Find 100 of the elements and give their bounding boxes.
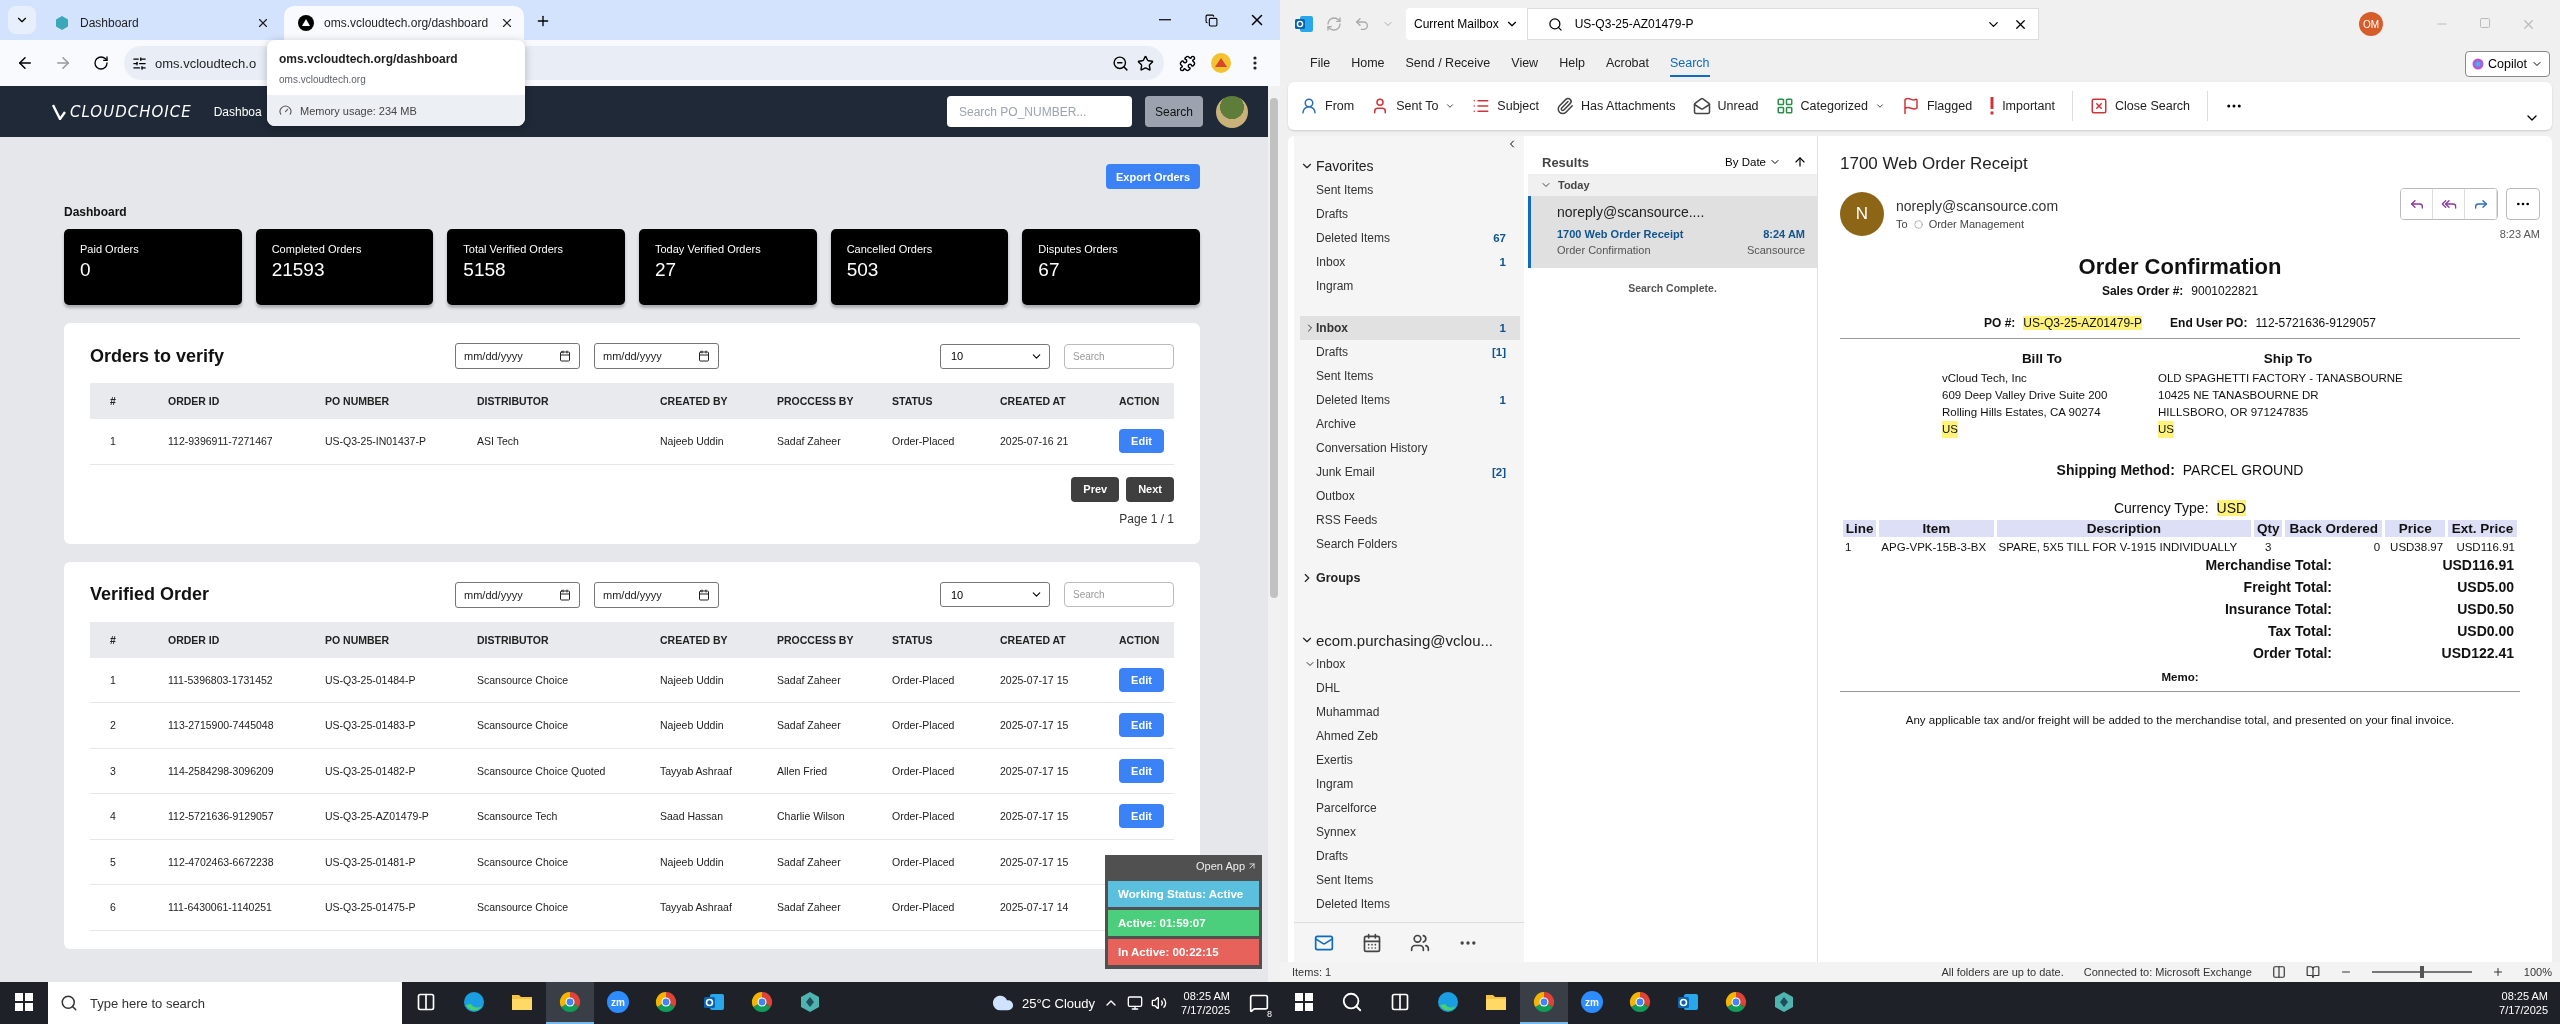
sender-address[interactable]: noreply@scansource.com bbox=[1896, 198, 2388, 214]
export-orders-button[interactable]: Export Orders bbox=[1106, 164, 1200, 189]
ribbon-button[interactable]: Subject bbox=[1472, 97, 1540, 115]
folder-item[interactable]: Inbox 1 bbox=[1300, 316, 1520, 340]
menu-tab[interactable]: Home bbox=[1351, 51, 1385, 77]
search-field[interactable]: Search bbox=[1064, 582, 1174, 607]
scrollbar[interactable] bbox=[1268, 86, 1280, 982]
date-field[interactable]: mm/dd/yyyy bbox=[594, 343, 719, 369]
folder-item[interactable]: Deleted Items bbox=[1300, 892, 1520, 916]
open-app-button[interactable]: Open App bbox=[1194, 857, 1259, 878]
reading-view-icon[interactable] bbox=[2305, 965, 2320, 979]
reply-button[interactable] bbox=[2401, 189, 2433, 219]
search-field[interactable]: US-Q3-25-AZ01479-P bbox=[1526, 8, 2039, 40]
zoom-in-icon[interactable] bbox=[2491, 966, 2504, 978]
taskbar-app-button[interactable] bbox=[1520, 982, 1568, 1024]
edit-button[interactable]: Edit bbox=[1119, 429, 1164, 454]
zoom-slider-thumb[interactable] bbox=[2419, 966, 2424, 978]
menu-tab[interactable]: View bbox=[1511, 51, 1539, 77]
profile-avatar[interactable] bbox=[1210, 52, 1232, 74]
ribbon-button[interactable]: Categorized bbox=[1775, 97, 1885, 115]
date-field[interactable]: mm/dd/yyyy bbox=[455, 581, 580, 608]
people-icon[interactable] bbox=[1410, 932, 1430, 953]
folder-item[interactable]: Drafts [1] bbox=[1300, 340, 1520, 364]
browser-tab[interactable]: Dashboard bbox=[40, 6, 280, 40]
folder-item[interactable]: Inbox bbox=[1300, 652, 1520, 676]
search-button[interactable]: Search bbox=[1144, 96, 1203, 127]
folder-item[interactable]: Drafts bbox=[1300, 844, 1520, 868]
section-title[interactable]: Groups bbox=[1316, 571, 1361, 585]
site-info-icon[interactable] bbox=[132, 55, 147, 71]
taskbar-search-field[interactable]: Type here to search bbox=[48, 982, 402, 1024]
folder-item[interactable]: Search Folders bbox=[1300, 532, 1520, 556]
folder-item[interactable]: Sent Items bbox=[1300, 868, 1520, 892]
folder-item[interactable]: RSS Feeds bbox=[1300, 508, 1520, 532]
folder-item[interactable]: Archive bbox=[1300, 412, 1520, 436]
folder-item[interactable]: Sent Items bbox=[1300, 364, 1520, 388]
calendar-icon[interactable] bbox=[1362, 932, 1382, 953]
edit-button[interactable]: Edit bbox=[1119, 804, 1164, 829]
folder-item[interactable]: Inbox 1 bbox=[1300, 250, 1520, 274]
folder-item[interactable]: Drafts bbox=[1300, 202, 1520, 226]
search-field[interactable]: Search PO_NUMBER... bbox=[946, 96, 1132, 127]
browser-tab[interactable]: oms.vcloudtech.org/dashboard bbox=[284, 6, 524, 40]
next-button[interactable]: Next bbox=[1126, 476, 1174, 502]
user-avatar[interactable] bbox=[1216, 95, 1248, 128]
folder-item[interactable]: Ingram bbox=[1300, 772, 1520, 796]
folder-item[interactable]: Ingram bbox=[1300, 274, 1520, 298]
ribbon-button[interactable]: From bbox=[1300, 97, 1355, 115]
group-header[interactable]: Today bbox=[1528, 174, 1817, 196]
folder-item[interactable]: Muhammad bbox=[1300, 700, 1520, 724]
menu-tab[interactable]: Help bbox=[1559, 51, 1585, 77]
folder-item[interactable]: Parcelforce bbox=[1300, 796, 1520, 820]
logo[interactable]: CLOUDCHOICE bbox=[52, 102, 192, 121]
network-icon[interactable] bbox=[1127, 995, 1144, 1011]
bookmark-star-icon[interactable] bbox=[1137, 54, 1154, 72]
prev-button[interactable]: Prev bbox=[1071, 476, 1120, 502]
section-title[interactable]: Favorites bbox=[1316, 158, 1374, 174]
ribbon-button[interactable]: Important bbox=[1989, 97, 2055, 115]
date-field[interactable]: mm/dd/yyyy bbox=[455, 343, 580, 369]
volume-icon[interactable] bbox=[1151, 995, 1168, 1011]
taskbar-clock[interactable]: 08:25 AM 7/17/2025 bbox=[1175, 990, 1236, 1016]
normal-view-icon[interactable] bbox=[2271, 965, 2286, 979]
notification-icon[interactable] bbox=[1249, 993, 1269, 1013]
sort-direction-icon[interactable] bbox=[1793, 155, 1807, 169]
menu-tab[interactable]: Search bbox=[1669, 51, 1710, 77]
ribbon-button[interactable]: Flagged bbox=[1901, 97, 1973, 115]
close-icon[interactable] bbox=[500, 16, 514, 30]
scope-dropdown[interactable]: Current Mailbox bbox=[1406, 8, 1527, 40]
nav-link[interactable]: Dashboa bbox=[213, 104, 262, 119]
page-size-select[interactable]: 10 bbox=[940, 343, 1050, 369]
folder-item[interactable]: Junk Email [2] bbox=[1300, 460, 1520, 484]
edit-button[interactable]: Edit bbox=[1119, 667, 1164, 692]
recipient[interactable]: Order Management bbox=[1928, 218, 2024, 230]
folder-item[interactable]: Conversation History bbox=[1300, 436, 1520, 460]
zoom-out-icon[interactable] bbox=[1112, 54, 1129, 72]
ribbon-button[interactable]: Close Search bbox=[2089, 97, 2190, 115]
edit-button[interactable]: Edit bbox=[1119, 713, 1164, 738]
sort-button[interactable]: By Date bbox=[1725, 156, 1781, 168]
account-title[interactable]: ecom.purchasing@vclou... bbox=[1316, 631, 1493, 649]
menu-tab[interactable]: Acrobat bbox=[1605, 51, 1649, 77]
folder-item[interactable]: Ahmed Zeb bbox=[1300, 724, 1520, 748]
folder-item[interactable]: Outbox bbox=[1300, 484, 1520, 508]
folder-item[interactable]: Sent Items bbox=[1300, 178, 1520, 202]
page-size-select[interactable]: 10 bbox=[940, 582, 1050, 607]
date-field[interactable]: mm/dd/yyyy bbox=[594, 581, 719, 608]
folder-item[interactable]: Deleted Items 67 bbox=[1300, 226, 1520, 250]
taskbar-app-button[interactable] bbox=[546, 982, 594, 1024]
user-avatar[interactable]: OM bbox=[2359, 12, 2383, 36]
ribbon-button[interactable]: Sent To bbox=[1371, 97, 1456, 115]
message-item[interactable]: noreply@scansource.... 1700 Web Order Receipt 8:24 AM Order Confirmation Scansource bbox=[1528, 196, 1817, 268]
copilot-button[interactable]: Copilot bbox=[2465, 51, 2550, 77]
folder-item[interactable]: Exertis bbox=[1300, 748, 1520, 772]
menu-tab[interactable]: Send / Receive bbox=[1405, 51, 1491, 77]
folder-item[interactable]: Deleted Items 1 bbox=[1300, 388, 1520, 412]
close-icon[interactable] bbox=[256, 16, 270, 30]
folder-item[interactable]: DHL bbox=[1300, 676, 1520, 700]
weather-text[interactable]: 25°C Cloudy bbox=[1021, 995, 1096, 1011]
folder-item[interactable]: Synnex bbox=[1300, 820, 1520, 844]
edit-button[interactable]: Edit bbox=[1119, 758, 1164, 783]
search-field[interactable]: Search bbox=[1064, 343, 1174, 369]
ribbon-button[interactable]: Has Attachments bbox=[1556, 97, 1676, 115]
menu-tab[interactable]: File bbox=[1310, 51, 1331, 77]
